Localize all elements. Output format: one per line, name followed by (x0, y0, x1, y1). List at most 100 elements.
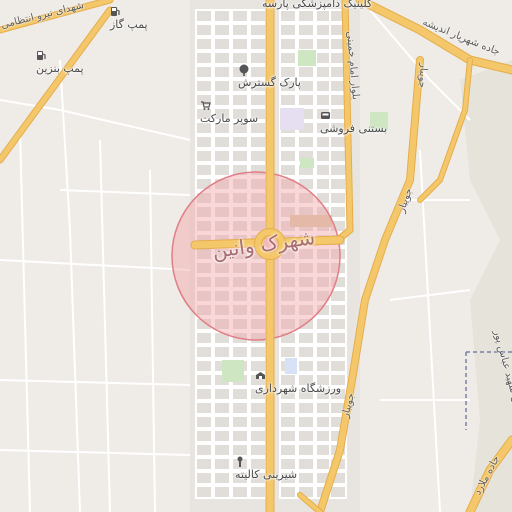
city-block (297, 331, 315, 345)
city-block (213, 401, 231, 415)
city-block (213, 485, 231, 499)
city-block (249, 485, 267, 499)
city-block (213, 23, 231, 37)
city-block (249, 415, 267, 429)
city-block (279, 93, 297, 107)
city-block (195, 79, 213, 93)
city-block (195, 415, 213, 429)
city-block (213, 345, 231, 359)
poi-super-market[interactable]: سوپر مارکت (200, 100, 258, 125)
city-block (329, 177, 347, 191)
poi-label: پمپ بنزین (36, 62, 84, 75)
city-block (297, 443, 315, 457)
city-block (213, 9, 231, 23)
city-block (297, 415, 315, 429)
city-block (231, 9, 249, 23)
fuel-icon (111, 6, 135, 18)
city-block (279, 485, 297, 499)
city-block (297, 93, 315, 107)
poi-label: پمپ گاز (110, 18, 148, 31)
pin-icon (237, 456, 272, 468)
poi-pump-gas[interactable]: پمپ گاز (110, 6, 148, 31)
city-block (329, 191, 347, 205)
city-block (329, 135, 347, 149)
city-block (213, 443, 231, 457)
tree-icon (239, 64, 275, 76)
city-block (231, 345, 249, 359)
city-block (195, 65, 213, 79)
city-block (195, 471, 213, 485)
city-block (213, 51, 231, 65)
cart-icon (201, 100, 235, 112)
fuel-icon (37, 50, 66, 62)
city-block (231, 387, 249, 401)
city-block (249, 9, 267, 23)
city-block (279, 401, 297, 415)
city-block (279, 23, 297, 37)
road-label-javidan-1: جویبار (415, 62, 430, 89)
poi-clinic[interactable]: کلینیک دامپزشکی پارسه (262, 0, 372, 10)
city-block (249, 37, 267, 51)
poi-park-gostaresh[interactable]: پارک گسترش (238, 64, 301, 89)
map-canvas[interactable]: شهرک وانین شهدای نیرو انتظامی جاده شهریا… (0, 0, 512, 512)
city-block (279, 135, 297, 149)
city-block (329, 331, 347, 345)
city-block (249, 443, 267, 457)
city-block (195, 37, 213, 51)
city-block (213, 387, 231, 401)
city-block (279, 51, 297, 65)
city-block (329, 149, 347, 163)
poi-varzeshgah[interactable]: ورزشگاه شهرداری (255, 370, 341, 395)
city-block (297, 37, 315, 51)
city-block (213, 79, 231, 93)
city-block (195, 457, 213, 471)
poi-label: بستنی فروشی (320, 122, 388, 135)
poi-label: شیرینی کالیته (235, 468, 298, 481)
poi-shirini-kalite[interactable]: شیرینی کالیته (235, 456, 297, 481)
city-block (195, 401, 213, 415)
city-block (195, 345, 213, 359)
city-block (195, 387, 213, 401)
city-block (329, 163, 347, 177)
city-block (213, 471, 231, 485)
city-block (213, 163, 231, 177)
city-block (195, 373, 213, 387)
poi-label: پارک گسترش (238, 76, 301, 89)
city-block (279, 9, 297, 23)
city-block (231, 401, 249, 415)
city-block (231, 443, 249, 457)
poi-label: سوپر مارکت (200, 112, 259, 125)
city-block (231, 135, 249, 149)
stadium-icon (256, 370, 304, 382)
city-block (279, 415, 297, 429)
city-block (279, 443, 297, 457)
city-block (279, 37, 297, 51)
city-block (213, 415, 231, 429)
city-block (213, 65, 231, 79)
city-block (249, 149, 267, 163)
city-block (213, 429, 231, 443)
city-block (279, 345, 297, 359)
city-block (195, 429, 213, 443)
city-block (297, 471, 315, 485)
city-block (249, 51, 267, 65)
city-block (195, 23, 213, 37)
city-block (231, 485, 249, 499)
city-block (195, 135, 213, 149)
city-block (213, 135, 231, 149)
city-block (195, 359, 213, 373)
city-block (297, 429, 315, 443)
poi-label: کلینیک دامپزشکی پارسه (262, 0, 373, 10)
city-block (195, 9, 213, 23)
city-block (231, 23, 249, 37)
poi-bastani-forooshi[interactable]: بستنی فروشی (320, 110, 387, 135)
city-block (213, 457, 231, 471)
city-block (249, 401, 267, 415)
poi-pump-benzin[interactable]: پمپ بنزین (36, 50, 84, 75)
city-block (195, 485, 213, 499)
city-block (195, 149, 213, 163)
city-block (279, 429, 297, 443)
city-block (329, 303, 347, 317)
city-block (231, 429, 249, 443)
city-block (279, 149, 297, 163)
